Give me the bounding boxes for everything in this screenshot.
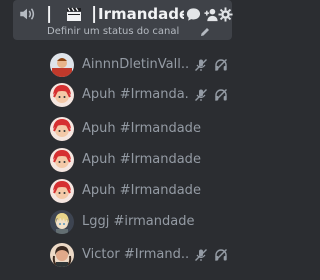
member-name: Lggj #irmandade [82, 214, 195, 229]
deafened-headphones-icon [215, 59, 227, 71]
voice-member[interactable]: Apuh #Irmandade [44, 114, 240, 144]
chat-bubble-icon[interactable] [186, 7, 201, 22]
channel-name: Irmandade [98, 5, 184, 23]
deafened-headphones-icon [215, 89, 227, 101]
channel-separator: | [46, 4, 53, 24]
voice-channel-panel: | | Irmandade Definir um status do canal… [0, 0, 245, 280]
avatar [50, 243, 74, 267]
voice-member[interactable]: Apuh #Irmandade [44, 145, 240, 175]
member-name: Apuh #Irmandade [82, 152, 201, 167]
member-name: Victor #Irmand... [82, 247, 188, 262]
speaker-icon [20, 8, 35, 20]
member-name: Apuh #Irmandade [82, 121, 201, 136]
channel-status-placeholder[interactable]: Definir um status do canal [47, 25, 179, 39]
avatar [50, 83, 74, 107]
voice-channel-item[interactable]: | | Irmandade Definir um status do canal [13, 0, 233, 40]
avatar [50, 210, 74, 234]
voice-member[interactable]: Victor #Irmand... [44, 240, 240, 270]
member-name: Apuh #Irmanda... [82, 87, 188, 102]
avatar [50, 117, 74, 141]
voice-member[interactable]: AinnnDletinVall... [44, 50, 240, 80]
channel-title-row: | | Irmandade [13, 4, 233, 24]
avatar [50, 148, 74, 172]
clapperboard-icon [67, 7, 81, 21]
add-user-icon[interactable] [204, 7, 219, 22]
avatar [50, 179, 74, 203]
deafened-headphones-icon [215, 249, 227, 261]
member-name: Apuh #Irmandade [82, 183, 201, 198]
voice-member[interactable]: Apuh #Irmanda... [44, 80, 240, 110]
member-name: AinnnDletinVall... [82, 57, 188, 72]
muted-mic-icon [195, 89, 207, 101]
muted-mic-icon [195, 59, 207, 71]
pencil-icon[interactable] [200, 27, 210, 37]
muted-mic-icon [195, 249, 207, 261]
channel-separator: | [91, 4, 98, 24]
avatar [50, 53, 74, 77]
gear-icon[interactable] [218, 7, 233, 22]
voice-member[interactable]: Lggj #irmandade [44, 207, 240, 237]
voice-member[interactable]: Apuh #Irmandade [44, 176, 240, 206]
